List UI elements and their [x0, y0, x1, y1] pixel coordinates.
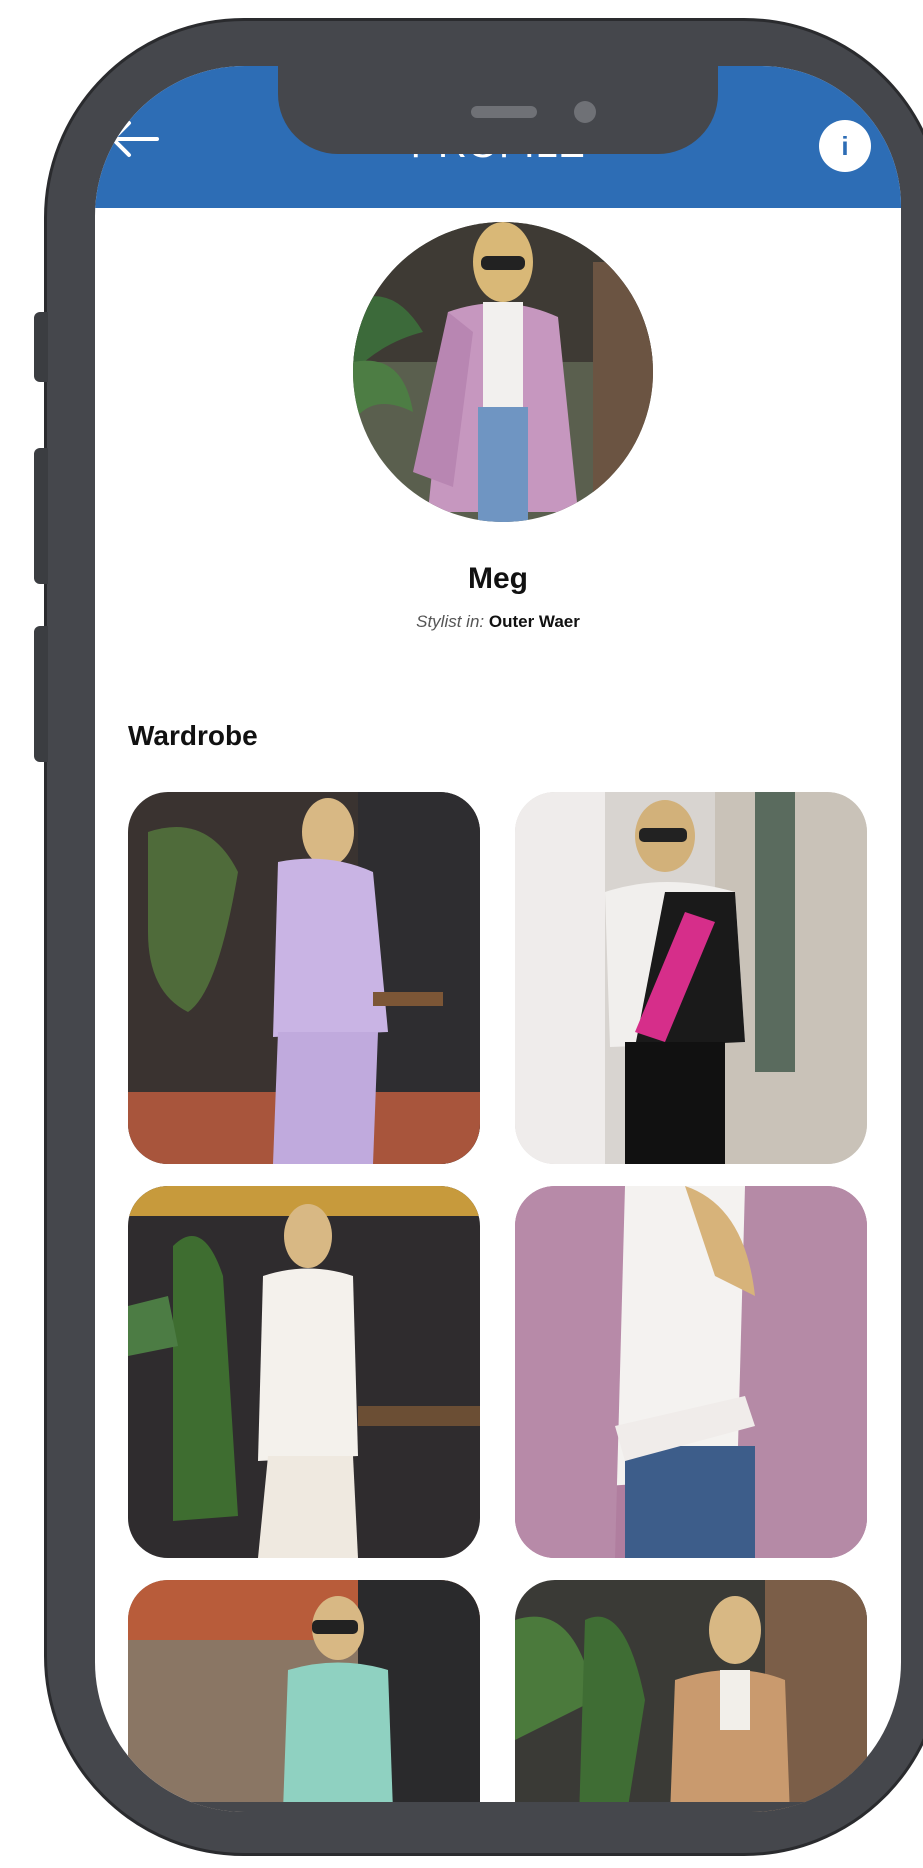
app-screen: PROFILE i Meg Stylist in: Outer Waer War…	[95, 66, 901, 1812]
wardrobe-item[interactable]	[128, 792, 480, 1164]
wardrobe-item[interactable]	[515, 1580, 867, 1812]
phone-notch	[278, 66, 718, 154]
wardrobe-item[interactable]	[128, 1580, 480, 1812]
avatar[interactable]	[353, 222, 653, 522]
phone-volume-down-button	[34, 626, 48, 762]
wardrobe-item[interactable]	[128, 1186, 480, 1558]
info-button[interactable]: i	[819, 120, 871, 172]
wardrobe-heading: Wardrobe	[128, 720, 258, 751]
phone-bottom-bezel	[95, 1802, 901, 1812]
wardrobe-photo-lilac	[128, 792, 480, 1164]
wardrobe-photo-colorblock	[515, 792, 867, 1164]
profile-name: Meg	[468, 562, 528, 595]
wardrobe-item[interactable]	[515, 792, 867, 1164]
wardrobe-photo-white	[128, 1186, 480, 1558]
wardrobe-photo-mint	[128, 1580, 480, 1812]
notch-camera	[574, 101, 596, 123]
stylist-prefix: Stylist in:	[416, 612, 485, 631]
wardrobe-photo-camel	[515, 1580, 867, 1812]
wardrobe-photo-pink-coat	[515, 1186, 867, 1558]
avatar-photo	[353, 222, 653, 522]
notch-speaker	[471, 106, 537, 118]
stylist-category: Outer Waer	[488, 612, 580, 631]
phone-volume-up-button	[34, 448, 48, 584]
phone-side-button	[34, 312, 48, 382]
wardrobe-item[interactable]	[515, 1186, 867, 1558]
stylist-info: Stylist in: Outer Waer	[95, 612, 901, 632]
